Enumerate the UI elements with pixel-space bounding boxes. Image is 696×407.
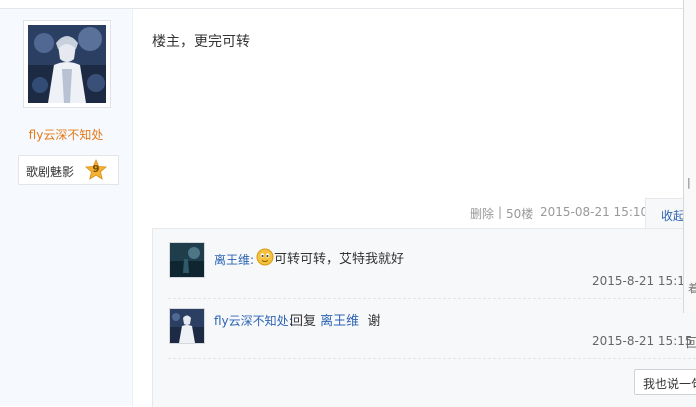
level-number: 9 (92, 164, 100, 175)
reply-action-link[interactable]: 回 (686, 334, 696, 351)
reply-time: 2015-8-21 15:11 (592, 274, 693, 288)
reply-author[interactable]: fly云深不知处: (214, 312, 293, 329)
reply-time: 2015-8-21 15:15 (592, 334, 693, 348)
side-panel-label: 着 (688, 282, 696, 295)
reply-divider (168, 298, 696, 299)
reply-to-user[interactable]: 离王维 (320, 314, 359, 329)
author-level[interactable]: 歌剧魅影 9 (18, 155, 119, 185)
reply-text: 可转可转，艾特我就好 (274, 252, 405, 267)
reply-avatar[interactable] (169, 308, 205, 344)
delete-link[interactable]: 删除 (470, 205, 494, 222)
level-star-icon: 9 (85, 158, 107, 181)
reply-divider (168, 358, 696, 359)
floor-number: 50楼 (506, 207, 534, 221)
reply-avatar[interactable] (169, 242, 205, 278)
collapse-label: 收起 (661, 209, 686, 223)
post-time: 2015-08-21 15:10 (540, 205, 649, 219)
add-comment-button[interactable]: 我也说一句 (634, 369, 696, 395)
author-name[interactable]: fly云深不知处 (0, 126, 132, 143)
reply-content: 回复 离王维 谢 (290, 310, 380, 329)
level-name: 歌剧魅影 (26, 165, 75, 179)
post-content: 楼主，更完可转 (152, 34, 250, 50)
reply-author[interactable]: 离王维: (214, 251, 254, 268)
author-avatar[interactable] (23, 20, 111, 108)
reply-content: 可转可转，艾特我就好 (256, 248, 404, 267)
reply-prefix: 回复 (290, 314, 317, 329)
add-comment-label: 我也说一句 (643, 377, 696, 391)
side-floating-panel[interactable]: | 着 (683, 0, 696, 313)
meta-separator: | (498, 205, 503, 219)
author-avatar-image (28, 25, 106, 103)
reply-text: 谢 (367, 314, 381, 329)
side-panel-separator: | (687, 176, 691, 189)
smiley-face-icon (256, 248, 274, 266)
